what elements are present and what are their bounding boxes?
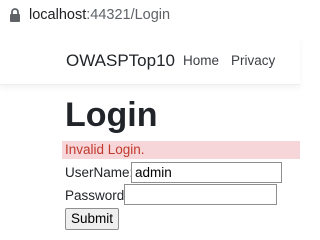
nav-link-home[interactable]: Home (183, 52, 219, 70)
page-title: Login (65, 96, 158, 134)
url-path: :44321/Login (86, 7, 171, 23)
url-host: localhost (29, 7, 87, 23)
address-url[interactable]: localhost:44321/Login (29, 7, 170, 23)
username-label: UserName: (65, 165, 134, 180)
submit-button[interactable]: Submit (65, 208, 120, 230)
browser-address-bar[interactable]: localhost:44321/Login (0, 0, 300, 30)
lock-icon[interactable] (9, 8, 21, 22)
navbar-brand[interactable]: OWASPTop10 (66, 51, 175, 71)
password-label: Password: (65, 188, 129, 203)
username-field[interactable] (131, 162, 282, 183)
password-field[interactable] (124, 184, 277, 205)
nav-link-privacy[interactable]: Privacy (231, 52, 275, 70)
error-message: Invalid Login. (65, 142, 145, 157)
